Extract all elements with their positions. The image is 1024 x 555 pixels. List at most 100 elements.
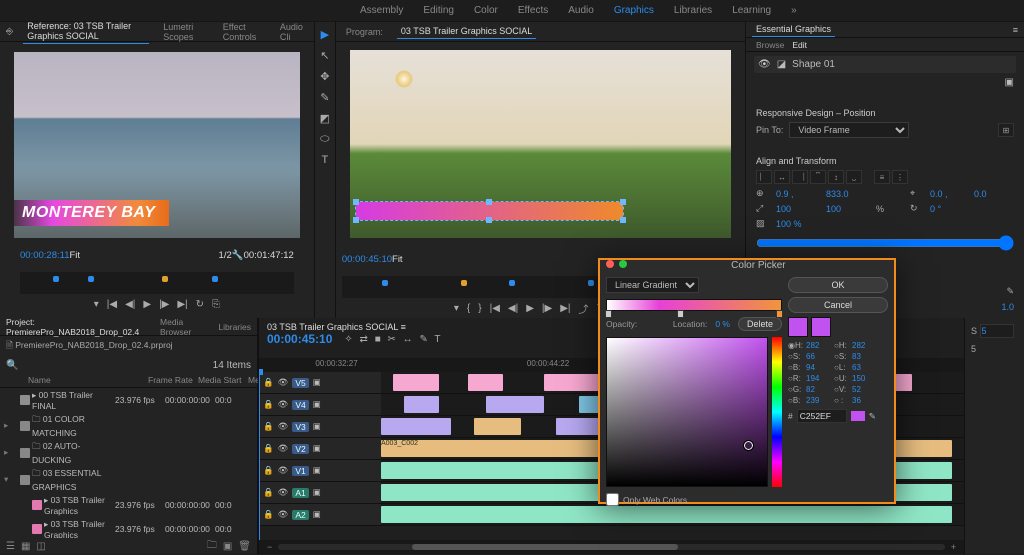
ws-overflow-icon[interactable]: »	[791, 5, 797, 16]
ws-tab-audio[interactable]: Audio	[568, 5, 594, 16]
ws-tab-effects[interactable]: Effects	[518, 5, 548, 16]
rotate-value[interactable]: 0 °	[930, 204, 970, 214]
playhead[interactable]	[259, 372, 260, 540]
dist-h-icon[interactable]: ≡	[874, 170, 890, 184]
new-bin-icon[interactable]: 🗀	[207, 538, 217, 555]
ws-tab-assembly[interactable]: Assembly	[360, 5, 403, 16]
ref-fit-dropdown[interactable]: Fit	[69, 250, 80, 261]
lift-icon[interactable]: ⤴	[578, 301, 588, 316]
only-web-colors-checkbox[interactable]	[606, 493, 619, 506]
opacity-slider[interactable]	[756, 235, 1014, 251]
position-y[interactable]: 833.0	[826, 189, 872, 199]
pen-tool-icon[interactable]: ✎	[320, 91, 329, 104]
ws-tab-learning[interactable]: Learning	[732, 5, 771, 16]
dist-v-icon[interactable]: ⋮	[892, 170, 908, 184]
align-right-icon[interactable]: ⎹	[792, 170, 808, 184]
ws-tab-editing[interactable]: Editing	[423, 5, 454, 16]
cp-location-value[interactable]: 0 %	[715, 319, 730, 329]
gradient-stop-0[interactable]	[605, 310, 612, 318]
rect-tool-icon[interactable]: ◩	[320, 112, 330, 125]
hsl-s[interactable]: 83	[852, 352, 878, 361]
ok-button[interactable]: OK	[788, 277, 888, 293]
align-vcenter-icon[interactable]: ↕	[828, 170, 844, 184]
hex-input[interactable]	[797, 409, 847, 423]
scale-value[interactable]: 100	[776, 204, 822, 214]
project-row[interactable]: ▾🗀 03 ESSENTIAL GRAPHICS	[0, 466, 257, 493]
prog-fit-dropdown[interactable]: Fit	[392, 254, 403, 265]
ref-mini-timeline[interactable]	[20, 272, 294, 294]
type-tool-icon[interactable]: T	[321, 154, 328, 166]
anchor-y[interactable]: 0.0	[974, 189, 1014, 199]
traffic-zoom-icon[interactable]	[619, 260, 627, 268]
ref-timecode[interactable]: 00:00:28:11	[20, 250, 69, 261]
traffic-close-icon[interactable]	[606, 260, 614, 268]
pin-to-dropdown[interactable]: Video Frame	[789, 122, 909, 138]
hue-slider[interactable]	[772, 337, 782, 487]
frame-back-icon[interactable]: ◀|	[508, 303, 518, 314]
step-back-icon[interactable]: |◀	[107, 299, 117, 310]
rgb-g[interactable]: 82	[806, 385, 832, 394]
ref-zoom[interactable]: 1/2	[219, 250, 232, 261]
add-marker-icon[interactable]: ▾	[94, 299, 99, 310]
delete-stop-button[interactable]: Delete	[738, 317, 782, 331]
clip[interactable]	[544, 374, 602, 391]
gradient-bar[interactable]	[606, 299, 782, 311]
old-color-swatch[interactable]	[811, 317, 831, 337]
libraries-tab[interactable]: Libraries	[218, 322, 251, 332]
new-item-icon[interactable]: ▣	[223, 541, 232, 552]
selected-shape[interactable]	[356, 202, 623, 220]
hsb-s[interactable]: 66	[806, 352, 832, 361]
project-row[interactable]: ▸ 00 TSB Trailer FINAL23.976 fps00:00:00…	[0, 388, 257, 412]
pin-grid-icon[interactable]: ⊞	[998, 123, 1014, 137]
marker-add-icon[interactable]: ▾	[454, 303, 459, 314]
color-field-cursor[interactable]	[744, 441, 753, 450]
ws-tab-graphics[interactable]: Graphics	[614, 5, 654, 16]
eg-layer-row[interactable]: 👁 ◪ Shape 01	[754, 56, 1016, 73]
clip[interactable]	[474, 418, 521, 435]
project-row[interactable]: ▸🗀 02 AUTO-DUCKING	[0, 439, 257, 466]
program-monitor[interactable]	[350, 50, 731, 238]
clip[interactable]	[468, 374, 503, 391]
gang-icon[interactable]: ⎘	[212, 299, 220, 310]
timeline-timecode[interactable]: 00:00:45:10	[267, 332, 332, 346]
cp-eyedropper-icon[interactable]: ✎	[869, 411, 876, 422]
list-view-icon[interactable]: ☰	[6, 541, 15, 552]
hsb-h[interactable]: 282	[806, 341, 832, 350]
icon-view-icon[interactable]: ▦	[21, 541, 30, 552]
reference-monitor[interactable]: MONTEREY BAY	[14, 52, 300, 238]
ellipse-tool-icon[interactable]: ⬭	[320, 133, 329, 146]
prog-timecode[interactable]: 00:00:45:10	[342, 254, 392, 265]
gradient-stop-1[interactable]	[677, 310, 684, 318]
hsb-b[interactable]: 94	[806, 363, 832, 372]
layer-name[interactable]: Shape 01	[792, 59, 835, 70]
project-row[interactable]: ▸🗀 01 COLOR MATCHING	[0, 412, 257, 439]
col-framerate[interactable]: Frame Rate	[148, 375, 198, 385]
rgb2-r[interactable]: 150	[852, 374, 878, 383]
clip[interactable]	[381, 462, 614, 479]
marker-icon[interactable]: ⎆	[6, 26, 13, 37]
out-point-icon[interactable]: }	[478, 303, 481, 314]
rgb2-g[interactable]: 52	[852, 385, 878, 394]
clip[interactable]	[486, 396, 544, 413]
trash-icon[interactable]: 🗑	[238, 541, 251, 552]
project-rows[interactable]: ▸ 00 TSB Trailer FINAL23.976 fps00:00:00…	[0, 388, 257, 538]
selection-tool-icon[interactable]: ↖	[320, 49, 329, 62]
zoom-in-icon[interactable]: +	[951, 542, 956, 552]
new-layer-icon[interactable]: ▣	[1005, 77, 1014, 88]
loop-icon[interactable]: ↻	[196, 299, 204, 310]
freeform-view-icon[interactable]: ◫	[36, 541, 45, 552]
gradient-type-dropdown[interactable]: Linear Gradient	[606, 277, 699, 293]
play-icon[interactable]: ▶	[143, 299, 151, 310]
rgb-r[interactable]: 194	[806, 374, 832, 383]
gradient-stop-2[interactable]	[776, 310, 783, 318]
search-icon[interactable]: 🔍	[6, 360, 18, 371]
step-fwd-icon[interactable]: ▶|	[560, 303, 570, 314]
color-field[interactable]	[606, 337, 768, 487]
program-title[interactable]: 03 TSB Trailer Graphics SOCIAL	[397, 24, 536, 39]
ref-tab-reference[interactable]: Reference: 03 TSB Trailer Graphics SOCIA…	[23, 19, 149, 44]
col-mediastart[interactable]: Media Start	[198, 375, 248, 385]
hsl-l[interactable]: 63	[852, 363, 878, 372]
opacity-value[interactable]: 100 %	[776, 219, 822, 229]
clip[interactable]	[404, 396, 439, 413]
clip[interactable]	[381, 418, 451, 435]
